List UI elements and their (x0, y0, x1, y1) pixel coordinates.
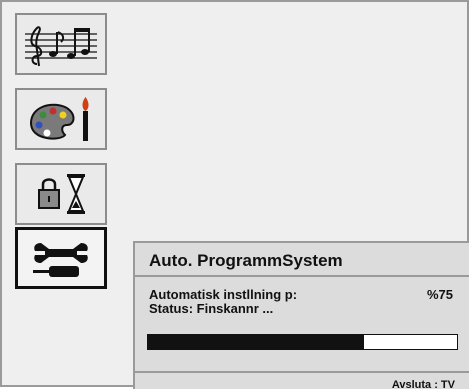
status-label: Status: Finskannr ... (149, 301, 274, 316)
progress-bar (147, 334, 458, 350)
menu-picture-button[interactable] (15, 88, 107, 150)
progress-bar-fill (148, 335, 365, 349)
osd-menu-frame: Auto. ProgrammSystem Automatisk instllni… (0, 0, 469, 391)
menu-install-button[interactable] (15, 227, 107, 289)
auto-tuning-label: Automatisk instllning p: (149, 287, 298, 302)
lock-hourglass-icon (38, 174, 85, 214)
wrench-screwdriver-icon (33, 243, 88, 277)
footer-divider (135, 371, 469, 373)
menu-features-button[interactable] (15, 163, 107, 225)
exit-hint: Avsluta : TV (391, 379, 455, 391)
progress-percent: %75 (426, 287, 453, 302)
title-divider (135, 275, 469, 277)
auto-program-dialog: Auto. ProgrammSystem Automatisk instllni… (133, 241, 469, 391)
dialog-title: Auto. ProgrammSystem (149, 251, 343, 270)
paint-palette-icon (29, 97, 89, 141)
menu-sound-button[interactable] (15, 13, 107, 75)
music-notes-icon (25, 26, 97, 67)
